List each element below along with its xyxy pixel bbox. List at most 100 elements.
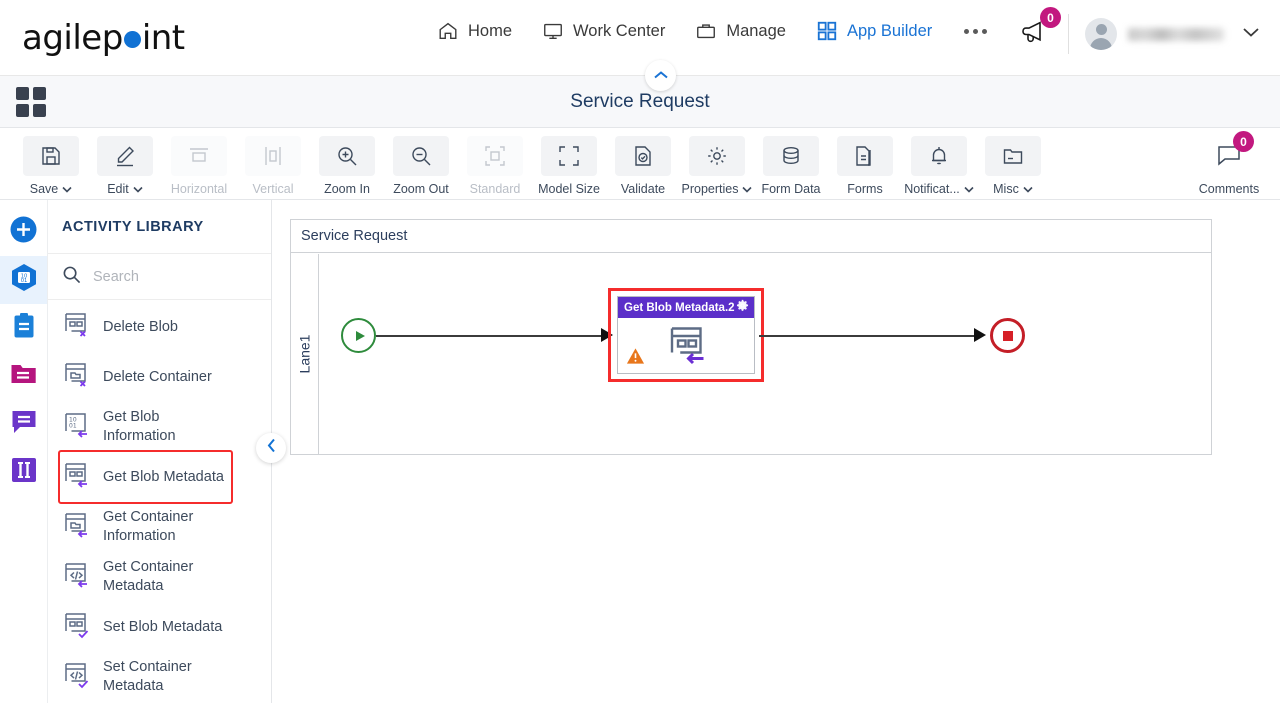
sequence-flow-activity-to-end[interactable] bbox=[759, 334, 974, 337]
toolbar-button-properties[interactable]: Properties bbox=[680, 134, 754, 196]
chevron-down-icon bbox=[964, 186, 974, 193]
activity-item-get-container-metadata[interactable]: Get Container Metadata bbox=[48, 552, 271, 602]
model-toolbar: Save Edit Horizontal Vertical Zoom In Zo… bbox=[0, 128, 1280, 200]
container-set-metadata-icon bbox=[62, 660, 92, 695]
collapse-panel-button[interactable] bbox=[256, 433, 286, 463]
nav-item-manage[interactable]: Manage bbox=[695, 20, 786, 42]
floppy-disk-icon bbox=[23, 136, 79, 176]
page-title: Service Request bbox=[570, 90, 710, 112]
nav-label-home: Home bbox=[468, 21, 513, 40]
ellipsis-icon[interactable] bbox=[962, 23, 989, 40]
toolbar-button-vertical[interactable]: Vertical bbox=[236, 134, 310, 196]
activity-item-get-container-information[interactable]: Get Container Information bbox=[48, 502, 271, 552]
end-event[interactable] bbox=[990, 318, 1025, 353]
activity-item-delete-blob[interactable]: Delete Blob bbox=[48, 302, 271, 352]
toolbar-button-zoom-out[interactable]: Zoom Out bbox=[384, 134, 458, 196]
toolbar-button-horizontal[interactable]: Horizontal bbox=[162, 134, 236, 196]
toolbar-button-comments[interactable]: 0 Comments bbox=[1192, 131, 1266, 196]
warning-triangle-icon bbox=[626, 347, 645, 370]
folder-card-icon bbox=[985, 136, 1041, 176]
clipboard-icon bbox=[12, 312, 36, 345]
lane-body[interactable]: Get Blob Metadata.2 bbox=[319, 254, 1211, 454]
activity-node-get-blob-metadata[interactable]: Get Blob Metadata.2 bbox=[617, 296, 755, 374]
toolbar-label-save: Save bbox=[29, 182, 59, 196]
blob-info-icon: 10 01 bbox=[62, 410, 92, 445]
lane-label: Lane1 bbox=[291, 254, 319, 454]
chevron-down-icon bbox=[133, 186, 143, 193]
activity-item-set-container-metadata[interactable]: Set Container Metadata bbox=[48, 652, 271, 702]
arrowhead-icon bbox=[974, 328, 986, 342]
toolbar-button-edit[interactable]: Edit bbox=[88, 134, 162, 196]
toolbar-button-model-size[interactable]: Model Size bbox=[532, 134, 606, 196]
activity-library-title: ACTIVITY LIBRARY bbox=[48, 200, 271, 254]
toolbar-button-form-data[interactable]: Form Data bbox=[754, 134, 828, 196]
chevron-left-icon bbox=[266, 438, 277, 458]
announcements-button[interactable]: 0 bbox=[1008, 7, 1069, 54]
zoom-out-icon bbox=[393, 136, 449, 176]
toolbar-label-model-size: Model Size bbox=[538, 182, 600, 196]
activity-item-get-blob-information[interactable]: 10 01 Get Blob Information bbox=[48, 402, 271, 452]
gear-icon[interactable] bbox=[736, 299, 749, 317]
zoom-in-icon bbox=[319, 136, 375, 176]
rail-item-tasks[interactable] bbox=[0, 304, 47, 352]
avatar[interactable] bbox=[1085, 18, 1117, 50]
align-vertical-icon bbox=[245, 136, 301, 176]
container-info-icon bbox=[62, 510, 92, 545]
toolbar-button-zoom-in[interactable]: Zoom In bbox=[310, 134, 384, 196]
rail-item-add[interactable] bbox=[0, 208, 47, 256]
toolbar-label-validate: Validate bbox=[620, 182, 666, 196]
activity-label: Set Container Metadata bbox=[103, 659, 192, 694]
nav-label-work-center: Work Center bbox=[573, 21, 666, 40]
start-event[interactable] bbox=[341, 318, 376, 353]
bell-icon bbox=[911, 136, 967, 176]
toolbar-button-misc[interactable]: Misc bbox=[976, 134, 1050, 196]
activity-node-title: Get Blob Metadata.2 bbox=[624, 301, 735, 314]
blob-metadata-icon bbox=[62, 460, 92, 495]
chevron-down-icon bbox=[742, 186, 753, 193]
toolbar-label-misc: Misc bbox=[993, 182, 1019, 196]
activity-label: Delete Container bbox=[103, 368, 212, 385]
rail-item-messages[interactable] bbox=[0, 400, 47, 448]
toolbar-label-comments: Comments bbox=[1198, 182, 1260, 196]
model-title-bar: Service Request bbox=[0, 60, 1280, 128]
plus-circle-icon bbox=[10, 216, 37, 248]
activity-search-row bbox=[48, 254, 271, 300]
document-icon bbox=[837, 136, 893, 176]
toolbar-label-notifications: Notificat... bbox=[904, 182, 960, 196]
toolbar-button-validate[interactable]: Validate bbox=[606, 134, 680, 196]
toolbar-button-notifications[interactable]: Notificat... bbox=[902, 134, 976, 196]
search-icon bbox=[62, 265, 81, 289]
svg-text:01: 01 bbox=[20, 278, 27, 284]
workspace: 10 01 ACTIVITY LIBRARY Search Delete Blo… bbox=[0, 200, 1280, 703]
activity-label: Get Blob Metadata bbox=[103, 468, 224, 485]
rail-item-columns[interactable] bbox=[0, 448, 47, 496]
nav-item-app-builder[interactable]: App Builder bbox=[816, 20, 932, 42]
toolbar-label-standard: Standard bbox=[469, 182, 521, 196]
toolbar-button-standard[interactable]: Standard bbox=[458, 134, 532, 196]
collapse-header-button[interactable] bbox=[645, 60, 676, 91]
align-horizontal-icon bbox=[171, 136, 227, 176]
chevron-down-icon[interactable] bbox=[1242, 25, 1260, 43]
activity-label: Get Container Metadata bbox=[103, 559, 194, 594]
activity-item-set-blob-metadata[interactable]: Set Blob Metadata bbox=[48, 602, 271, 652]
model-size-icon bbox=[541, 136, 597, 176]
rail-item-files[interactable] bbox=[0, 352, 47, 400]
svg-text:01: 01 bbox=[69, 422, 77, 429]
activity-library-panel: ACTIVITY LIBRARY Delete Blob bbox=[48, 200, 286, 703]
chevron-down-icon bbox=[1023, 186, 1033, 193]
process-canvas[interactable]: Service Request Lane1 Get Blob Metadata.… bbox=[272, 200, 1280, 703]
rail-item-activities[interactable]: 10 01 bbox=[0, 256, 47, 304]
toolbar-button-forms[interactable]: Forms bbox=[828, 134, 902, 196]
fit-standard-icon bbox=[467, 136, 523, 176]
pool-service-request[interactable]: Service Request Lane1 Get Blob Metadata.… bbox=[290, 219, 1212, 455]
nav-item-home[interactable]: Home bbox=[437, 20, 512, 42]
toolbar-label-properties: Properties bbox=[681, 182, 739, 196]
nav-item-work-center[interactable]: Work Center bbox=[542, 20, 665, 42]
activity-item-get-blob-metadata[interactable]: Get Blob Metadata bbox=[58, 450, 233, 504]
activity-item-delete-container[interactable]: Delete Container bbox=[48, 352, 271, 402]
toolbar-button-save[interactable]: Save bbox=[14, 134, 88, 196]
agilepoint-logo[interactable]: agilep int bbox=[22, 18, 185, 58]
sequence-flow-start-to-activity[interactable] bbox=[376, 334, 601, 337]
search-input[interactable] bbox=[91, 267, 241, 286]
validate-check-icon bbox=[615, 136, 671, 176]
